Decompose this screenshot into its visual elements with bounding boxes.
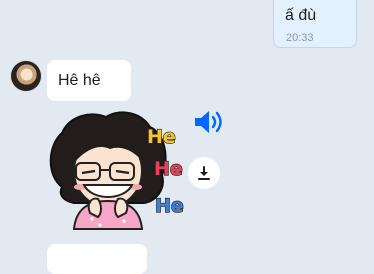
incoming-message-bubble-partial[interactable] [47,244,147,274]
sticker-body [72,199,144,230]
incoming-message-text: Hê hê [58,72,101,89]
download-icon [198,166,210,180]
outgoing-message-bubble[interactable]: ấ đù 20:33 [273,0,357,48]
incoming-message-bubble[interactable]: Hê hê [47,60,131,101]
speaker-icon[interactable] [193,107,227,137]
sticker-text-he-1: He [147,126,176,148]
message-timestamp: 20:33 [286,32,314,44]
avatar[interactable] [11,61,41,91]
sticker-text-he-3: He [155,195,184,217]
sticker-image[interactable]: He He He [40,105,200,230]
sticker-text-he-2: He [154,158,183,180]
outgoing-message-text: ấ đù [285,7,317,24]
download-button[interactable] [188,157,220,189]
